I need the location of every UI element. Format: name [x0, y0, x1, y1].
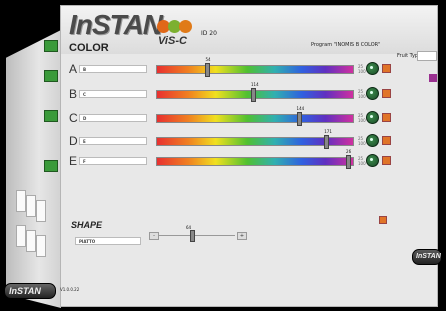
side-cell: [26, 230, 36, 252]
footer-logo-label: InSTAN: [9, 286, 41, 296]
side-cell: [16, 225, 26, 247]
color-row: B C 114 25 100: [61, 82, 437, 102]
color-row: D E 171 25 100: [61, 129, 437, 149]
green-knob-icon[interactable]: [366, 62, 379, 75]
slider-thumb[interactable]: [346, 155, 352, 169]
shape-slider-track[interactable]: [159, 235, 235, 236]
side-indicator: [44, 110, 58, 122]
section-title-color: COLOR: [69, 42, 109, 54]
side-indicator: [44, 70, 58, 82]
color-row: A B 54 25 100: [61, 57, 437, 77]
program-label: Program "INOMIS B COLOR": [311, 42, 381, 48]
shape-minus-button[interactable]: -: [149, 232, 159, 240]
orange-button[interactable]: [382, 64, 391, 73]
shape-slider-value: 64: [186, 225, 192, 230]
plus-minus-labels: 25 100: [358, 156, 366, 166]
row-letter: A: [69, 62, 78, 76]
exit-button-label: InSTAN: [416, 253, 441, 260]
slider-thumb[interactable]: [324, 135, 330, 149]
shape-slider-thumb[interactable]: [189, 230, 195, 242]
color-row: E F 26 25 100: [61, 149, 437, 169]
row-letter: D: [69, 134, 78, 148]
footer-logo: InSTAN: [4, 283, 56, 299]
color-spectrum-slider[interactable]: [156, 114, 354, 123]
side-indicator: [44, 40, 58, 52]
fruit-type-field[interactable]: [417, 51, 437, 61]
id-label: ID 20: [201, 30, 217, 37]
orange-button[interactable]: [382, 113, 391, 122]
plus-minus-labels: 25 100: [358, 89, 366, 99]
slider-value: 144: [296, 106, 305, 111]
side-cell: [36, 235, 46, 257]
row-name-field[interactable]: F: [79, 157, 147, 165]
header: InSTAN ViS-C ID 20 COLOR Program "INOMIS…: [61, 6, 437, 54]
row-letter: C: [69, 111, 78, 125]
exit-button[interactable]: InSTAN: [412, 249, 442, 265]
perspective-side-panel: [6, 30, 61, 308]
shape-preset-field[interactable]: PIATTO: [75, 237, 141, 245]
row-name-field[interactable]: B: [79, 65, 147, 73]
slider-thumb[interactable]: [251, 88, 257, 102]
side-cell: [16, 190, 26, 212]
slider-thumb[interactable]: [205, 63, 211, 77]
fruit-logo-icon: [157, 20, 193, 34]
color-spectrum-slider[interactable]: [156, 65, 354, 74]
row-name-field[interactable]: C: [79, 90, 147, 98]
color-settings-panel: InSTAN ViS-C ID 20 COLOR Program "INOMIS…: [60, 5, 442, 307]
green-knob-icon[interactable]: [366, 154, 379, 167]
green-knob-icon[interactable]: [366, 87, 379, 100]
orange-button[interactable]: [382, 156, 391, 165]
shape-orange-button[interactable]: [379, 216, 387, 224]
color-row: C D 144 25 100: [61, 106, 437, 126]
row-name-field[interactable]: E: [79, 137, 147, 145]
side-cell: [36, 200, 46, 222]
section-title-shape: SHAPE: [71, 220, 103, 230]
shape-plus-button[interactable]: +: [237, 232, 247, 240]
orange-fruit-icon: [179, 20, 192, 33]
slider-value: 54: [205, 57, 211, 62]
orange-button[interactable]: [382, 89, 391, 98]
app-logo: InSTAN: [69, 9, 163, 40]
row-name-field[interactable]: D: [79, 114, 147, 122]
color-spectrum-slider[interactable]: [156, 157, 354, 166]
green-knob-icon[interactable]: [366, 134, 379, 147]
row-letter: E: [69, 154, 78, 168]
app-subtitle: ViS-C: [158, 35, 187, 47]
side-cell: [26, 195, 36, 217]
green-knob-icon[interactable]: [366, 111, 379, 124]
slider-value: 114: [251, 82, 259, 87]
version-label: V1.0.0.22: [60, 287, 80, 292]
plus-minus-labels: 25 100: [358, 113, 366, 123]
slider-thumb[interactable]: [296, 112, 302, 126]
slider-value: 171: [324, 129, 332, 134]
plus-minus-labels: 25 100: [358, 136, 366, 146]
row-letter: B: [69, 87, 78, 101]
side-indicator: [44, 160, 58, 172]
slider-value: 26: [346, 149, 352, 154]
orange-button[interactable]: [382, 136, 391, 145]
plus-minus-labels: 25 100: [358, 64, 366, 74]
